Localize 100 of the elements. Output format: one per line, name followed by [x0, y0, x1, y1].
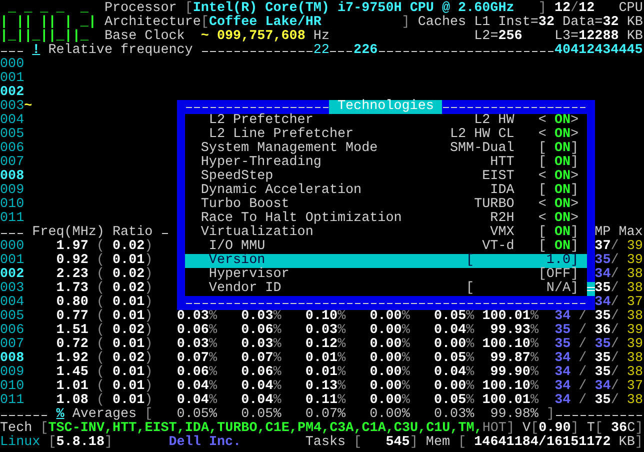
bracket: > — [570, 170, 579, 184]
section-label: Averages — [72, 408, 137, 422]
field-label: Data= — [562, 16, 603, 30]
field-label: Tech — [0, 422, 32, 436]
separator-text: / — [610, 268, 619, 282]
cache-size: 32 — [602, 16, 619, 30]
technology-row[interactable]: Hypervisor [OFF] — [184, 268, 587, 282]
technology-row[interactable]: L2 Line Prefetcher L2 HW CL < ON> — [184, 128, 587, 142]
percent-value: 0.06 — [241, 324, 274, 338]
technology-row[interactable]: Turbo Boost TURBO < ON> — [184, 198, 587, 212]
feature-name: C1A — [362, 422, 386, 436]
cpu-id: 004 — [0, 114, 24, 128]
temperature-min: 35 — [554, 324, 571, 338]
percent-value: 0.04 — [241, 380, 274, 394]
technology-row[interactable]: SpeedStep EIST < ON> — [184, 170, 587, 184]
field-label: L2= — [474, 30, 498, 44]
temperature-max: 37 — [626, 296, 643, 310]
separator-text: / — [610, 380, 619, 394]
technology-code: L2 HW — [474, 114, 514, 128]
bracket: < — [538, 128, 546, 142]
bracket: ( — [96, 268, 104, 282]
bracket: ] — [538, 2, 546, 16]
technology-value: 1.0 — [546, 254, 571, 268]
section-label: Relative frequency — [48, 44, 193, 58]
bracket: ( — [96, 240, 104, 254]
technology-row[interactable]: Virtualization VMX [ ON] — [184, 226, 587, 240]
bracket: ] — [402, 16, 410, 30]
bracket: [ — [538, 142, 546, 156]
technology-row[interactable]: Hyper-Threading HTT [ ON] — [184, 156, 587, 170]
bracket: ] — [570, 422, 579, 436]
bracket: [ — [538, 226, 546, 240]
temperature-max: 38 — [626, 394, 643, 408]
cpu-id: 000 — [0, 240, 24, 254]
unit-label: % — [273, 366, 282, 380]
unit-label: % — [273, 394, 282, 408]
technology-row[interactable]: L2 Prefetcher L2 HW < ON> — [184, 114, 587, 128]
technology-row[interactable]: I/O MMU VT-d [ ON] — [184, 240, 587, 254]
ratio-value: 0.01 — [112, 380, 145, 394]
temperature-max: 39 — [626, 240, 643, 254]
cpu-id: 005 — [0, 128, 24, 142]
temperature-value: 35 — [594, 254, 611, 268]
temperature-value: 37 — [594, 240, 611, 254]
technology-name: Vendor ID — [208, 282, 282, 296]
percent-value: 0.12 — [305, 338, 338, 352]
technology-row[interactable]: Version [ 1.0] — [184, 254, 587, 268]
hotkey-text[interactable]: ! — [32, 44, 40, 58]
bracket: ) — [144, 352, 153, 366]
feature-name: TURBO — [217, 422, 258, 436]
percent-value: 100.01 — [482, 394, 530, 408]
temperature-min: 34 — [554, 366, 571, 380]
percent-value: 0.03 — [241, 338, 274, 352]
technology-row[interactable]: Vendor ID [ N/A] — [184, 282, 587, 296]
unit-label: % — [466, 338, 474, 352]
bracket: ) — [144, 380, 153, 394]
technology-name: Virtualization — [200, 226, 314, 240]
bracket: ) — [144, 296, 153, 310]
bracket: ] — [570, 156, 579, 170]
unit-label: KB — [618, 436, 635, 450]
technology-state: ON — [554, 226, 571, 240]
average-value: 0.05 — [241, 408, 274, 422]
percent-value: 0.00 — [370, 338, 402, 352]
separator-text: / — [610, 394, 619, 408]
field-label: V — [522, 422, 531, 436]
unit-label: Hz — [313, 30, 330, 44]
technology-row[interactable]: Dynamic Acceleration IDA [ ON] — [184, 184, 587, 198]
temperature-max: 37 — [626, 380, 643, 394]
bracket: ] — [570, 226, 579, 240]
field-label: Tasks — [305, 436, 346, 450]
technology-row[interactable]: Race To Halt Optimization R2H < ON> — [184, 212, 587, 226]
technology-name: Turbo Boost — [200, 198, 290, 212]
separator-text: / — [578, 310, 587, 324]
separator-text: , — [257, 422, 266, 436]
ratio-value: 0.01 — [112, 254, 145, 268]
separator-text: , — [354, 422, 362, 436]
separator-text: , — [418, 422, 426, 436]
bracket: [ — [466, 282, 474, 296]
unit-label: % — [338, 310, 346, 324]
bracket: [ — [458, 436, 466, 450]
bracket: ( — [96, 338, 104, 352]
bracket: ] — [570, 184, 579, 198]
temperature-value: 35 — [594, 394, 611, 408]
unit-label: % — [208, 408, 217, 422]
bracket: [ — [48, 436, 56, 450]
separator-text: , — [450, 422, 458, 436]
cpu-id: 002 — [0, 268, 24, 282]
bracket: ) — [144, 366, 153, 380]
cpu-id: 001 — [0, 254, 24, 268]
temperature-value: 35 — [594, 310, 611, 324]
separator-text: / — [610, 352, 619, 366]
cpu-id: 009 — [0, 366, 24, 380]
frequency-value: 0.80 — [56, 296, 88, 310]
technology-row[interactable]: System Management Mode SMM-Dual [ ON] — [184, 142, 587, 156]
hotkey-text[interactable]: % — [56, 408, 64, 422]
percent-value: 0.04 — [241, 394, 274, 408]
logo-text: _ _ _ _ _ — [8, 2, 88, 16]
feature-name: EIST — [144, 422, 177, 436]
frequency-value: 1.97 — [56, 240, 88, 254]
ratio-value: 0.01 — [112, 394, 145, 408]
separator-text: , — [386, 422, 394, 436]
percent-value: 0.00 — [370, 394, 402, 408]
